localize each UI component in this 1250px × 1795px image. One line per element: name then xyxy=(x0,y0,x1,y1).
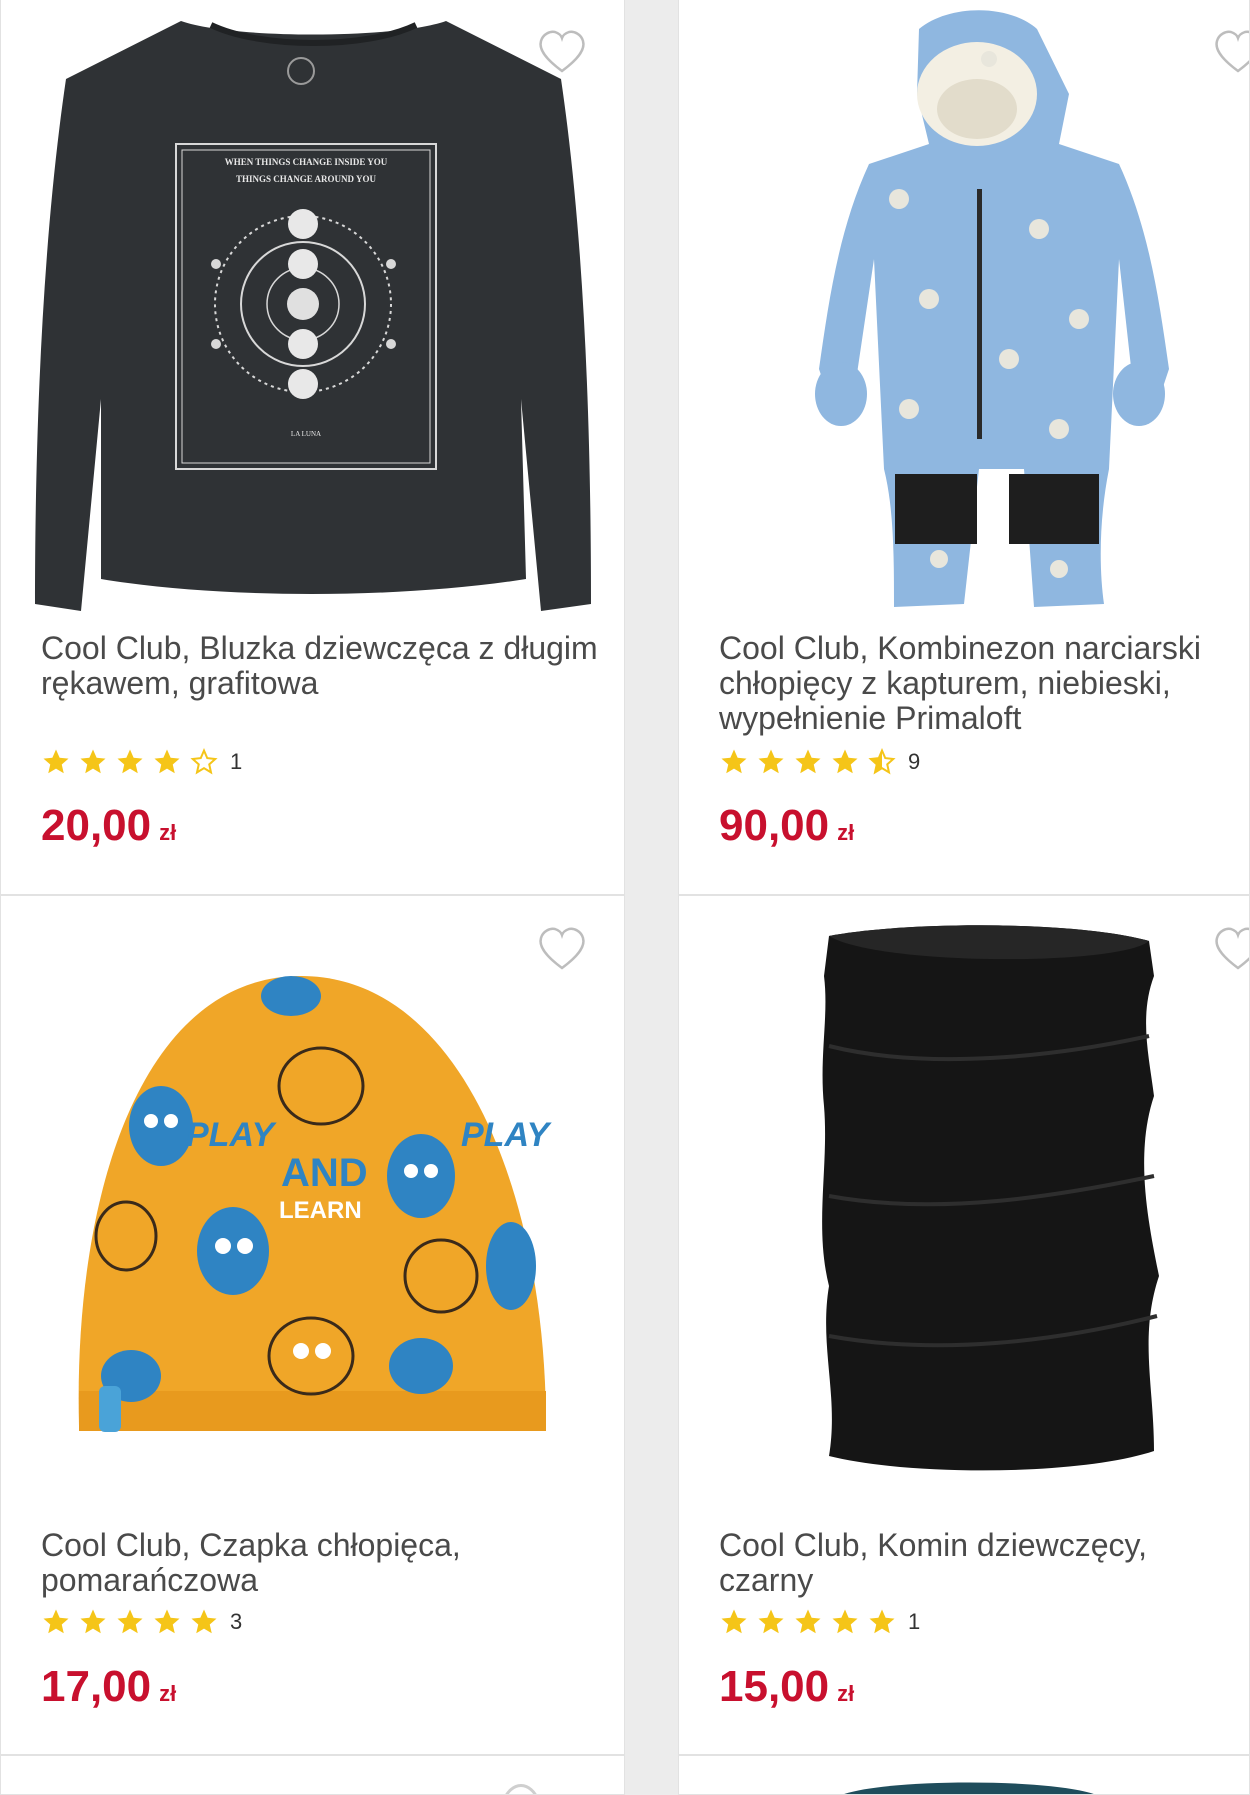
review-count: 1 xyxy=(230,749,243,774)
rating-stars: 1 xyxy=(41,746,242,778)
wishlist-heart-icon[interactable] xyxy=(537,29,587,75)
product-image[interactable]: PLAY AND LEARN PLAY xyxy=(1,896,625,1496)
star-icon xyxy=(189,1607,219,1637)
product-grid: WHEN THINGS CHANGE INSIDE YOU THINGS CHA… xyxy=(0,0,1250,1795)
hat-print-play-1: PLAY xyxy=(186,1116,277,1154)
price: 15,00 zł xyxy=(719,1662,854,1712)
star-icon xyxy=(719,747,749,777)
star-icon xyxy=(115,1607,145,1637)
star-half-icon xyxy=(867,747,897,777)
product-card[interactable]: Cool Club, Kombinezon narciarski chłopię… xyxy=(678,0,1250,895)
star-icon xyxy=(152,747,182,777)
product-image[interactable] xyxy=(679,896,1250,1496)
price-currency: zł xyxy=(837,820,855,845)
price-currency: zł xyxy=(837,1681,855,1706)
star-icon xyxy=(719,1607,749,1637)
product-title[interactable]: Cool Club, Komin dziewczęcy, czarny xyxy=(719,1528,1239,1598)
hat-print-learn: LEARN xyxy=(279,1197,362,1224)
print-line-1: WHEN THINGS CHANGE INSIDE YOU xyxy=(225,157,388,167)
product-title[interactable]: Cool Club, Bluzka dziewczęca z długim rę… xyxy=(41,631,614,701)
price-currency: zł xyxy=(159,1681,177,1706)
star-icon xyxy=(152,1607,182,1637)
star-empty-icon xyxy=(189,747,219,777)
star-icon xyxy=(756,1607,786,1637)
product-image[interactable] xyxy=(679,0,1250,619)
rating-stars: 1 xyxy=(719,1606,920,1638)
product-card-partial[interactable] xyxy=(678,1755,1250,1795)
review-count: 9 xyxy=(908,749,921,774)
price-amount: 15,00 xyxy=(719,1662,830,1711)
price-currency: zł xyxy=(159,820,177,845)
star-icon xyxy=(793,747,823,777)
product-image-partial xyxy=(505,1784,537,1794)
star-icon xyxy=(41,1607,71,1637)
product-image-partial xyxy=(844,1782,1094,1794)
hat-print-play-2: PLAY xyxy=(461,1116,552,1154)
product-card[interactable]: WHEN THINGS CHANGE INSIDE YOU THINGS CHA… xyxy=(0,0,625,895)
star-icon xyxy=(41,747,71,777)
product-card[interactable]: Cool Club, Komin dziewczęcy, czarny 1 15… xyxy=(678,895,1250,1755)
price-amount: 20,00 xyxy=(41,801,152,850)
product-image[interactable]: WHEN THINGS CHANGE INSIDE YOU THINGS CHA… xyxy=(1,0,625,619)
star-icon xyxy=(756,747,786,777)
star-icon xyxy=(115,747,145,777)
wishlist-heart-icon[interactable] xyxy=(1213,29,1250,75)
print-line-3: LA LUNA xyxy=(291,430,321,438)
rating-stars: 3 xyxy=(41,1606,242,1638)
rating-stars: 9 xyxy=(719,746,920,778)
star-icon xyxy=(830,747,860,777)
product-title[interactable]: Cool Club, Kombinezon narciarski chłopię… xyxy=(719,631,1239,736)
star-icon xyxy=(867,1607,897,1637)
product-title[interactable]: Cool Club, Czapka chłopięca, pomarańczow… xyxy=(41,1528,614,1598)
review-count: 1 xyxy=(908,1609,921,1634)
price-amount: 17,00 xyxy=(41,1662,152,1711)
star-icon xyxy=(830,1607,860,1637)
print-line-2: THINGS CHANGE AROUND YOU xyxy=(236,174,376,184)
price: 17,00 zł xyxy=(41,1662,176,1712)
star-icon xyxy=(793,1607,823,1637)
price: 20,00 zł xyxy=(41,801,176,851)
product-card[interactable]: PLAY AND LEARN PLAY Cool Club, Czapka ch… xyxy=(0,895,625,1755)
product-card-partial[interactable] xyxy=(0,1755,625,1795)
review-count: 3 xyxy=(230,1609,243,1634)
star-icon xyxy=(78,1607,108,1637)
star-icon xyxy=(78,747,108,777)
price-amount: 90,00 xyxy=(719,801,830,850)
price: 90,00 zł xyxy=(719,801,854,851)
wishlist-heart-icon[interactable] xyxy=(537,926,587,972)
wishlist-heart-icon[interactable] xyxy=(1213,926,1250,972)
hat-print-and: AND xyxy=(281,1151,368,1195)
